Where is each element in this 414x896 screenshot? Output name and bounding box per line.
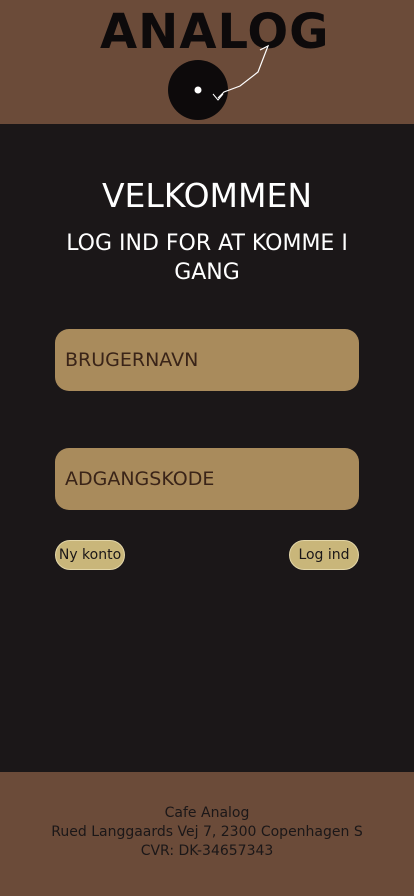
footer-cvr: CVR: DK-34657343	[140, 843, 274, 859]
vinyl-record-icon	[168, 44, 270, 120]
login-button[interactable]: Log ind	[289, 540, 359, 570]
login-subtitle: LOG IND FOR AT KOMME I GANG	[66, 231, 348, 285]
footer-company-name: Cafe Analog	[164, 805, 250, 821]
footer-address: Rued Langgaards Vej 7, 2300 Copenhagen S	[51, 824, 363, 840]
footer: Cafe Analog Rued Langgaards Vej 7, 2300 …	[0, 772, 414, 896]
main-content: VELKOMMEN LOG IND FOR AT KOMME I GANG Ny…	[0, 124, 414, 772]
new-account-button[interactable]: Ny konto	[55, 540, 125, 570]
welcome-heading: VELKOMMEN	[101, 176, 313, 215]
header: ANALOG	[0, 0, 414, 124]
username-input[interactable]	[55, 329, 359, 391]
analog-logo: ANALOG	[100, 6, 329, 122]
password-input[interactable]	[55, 448, 359, 510]
login-page: ANALOG VELKOMMEN LOG IND FOR AT KOMME I …	[0, 0, 414, 896]
